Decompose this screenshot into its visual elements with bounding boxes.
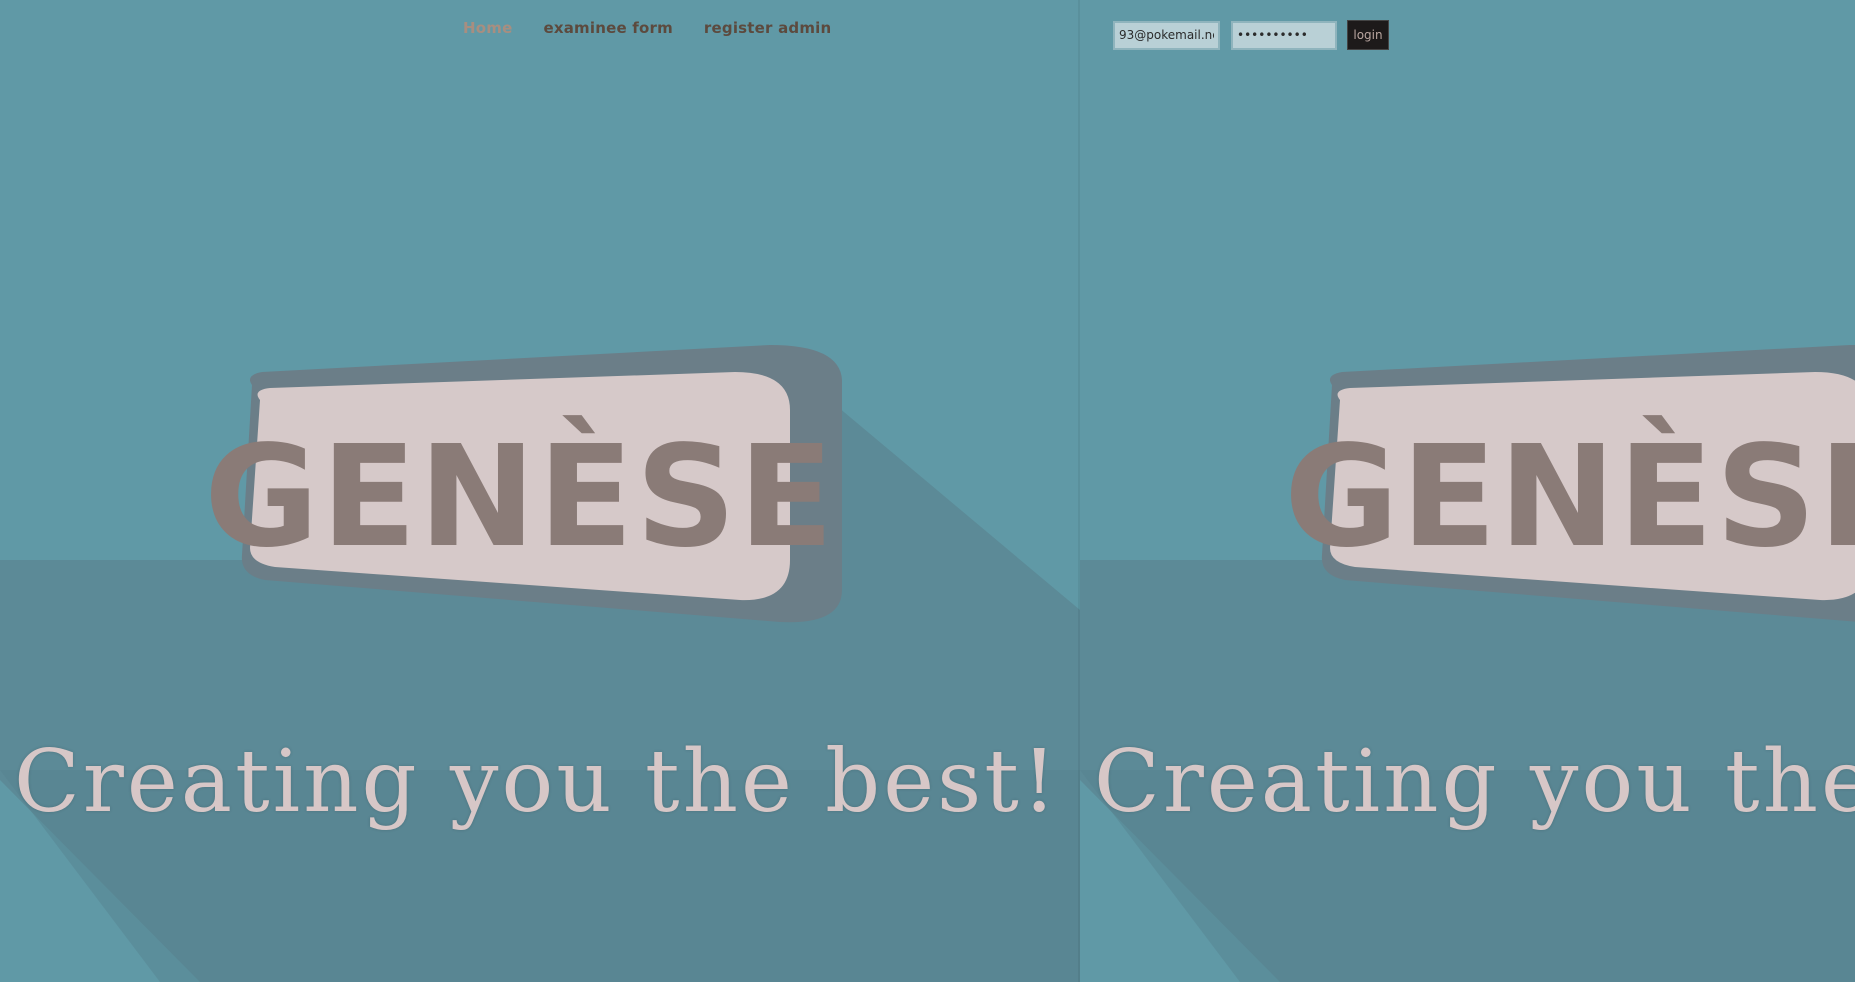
password-field[interactable] <box>1231 20 1337 50</box>
logo-text-repeat: GENÈSE <box>1284 414 1855 579</box>
email-field[interactable] <box>1113 20 1220 50</box>
tagline-repeat: Creating you the best! <box>1094 732 1855 832</box>
login-form: login <box>1113 20 1389 50</box>
nav-examinee-form-link[interactable]: examinee form <box>543 19 672 37</box>
banner-graphic: GENÈSE <box>0 345 1080 982</box>
banner-tile-repeat: GENÈSE Creating you the best! <box>1080 0 1855 982</box>
banner-graphic-repeat: GENÈSE <box>1080 345 1855 982</box>
main-nav: Home examinee form register admin <box>463 19 831 37</box>
tagline: Creating you the best! <box>14 732 1060 832</box>
page: GENÈSE Creating you the best! GENÈSE Cre… <box>0 0 1855 982</box>
banner-tile: GENÈSE Creating you the best! <box>0 0 1080 982</box>
nav-register-admin-link[interactable]: register admin <box>704 19 831 37</box>
nav-home-link[interactable]: Home <box>463 19 512 37</box>
logo-text: GENÈSE <box>204 414 836 579</box>
login-button[interactable]: login <box>1347 20 1389 50</box>
